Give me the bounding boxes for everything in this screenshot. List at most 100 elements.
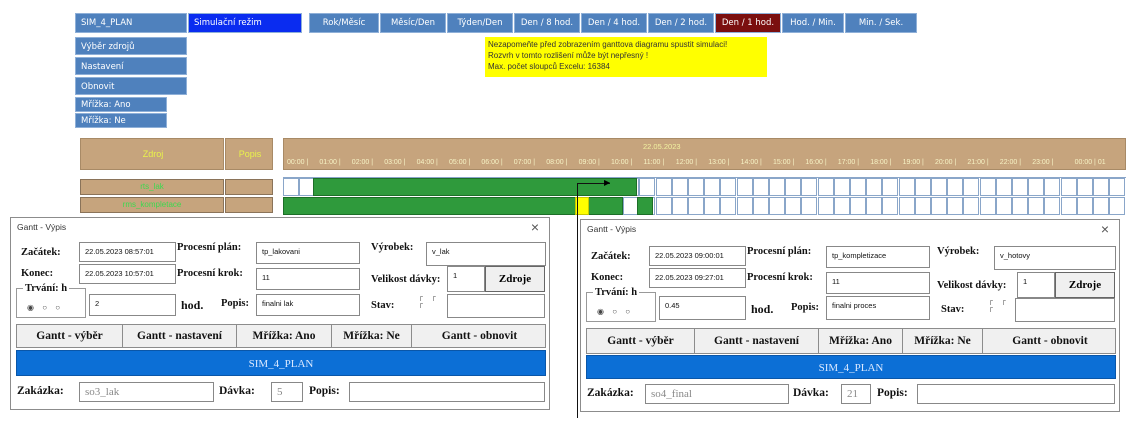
grid-cell[interactable] [639, 178, 656, 196]
grid-cell[interactable] [947, 178, 964, 196]
grid-off-button[interactable]: Mřížka: Ne [75, 113, 167, 128]
gantt-grid[interactable] [283, 177, 1126, 215]
grid-cell[interactable] [785, 178, 802, 196]
grid-cell[interactable] [866, 178, 883, 196]
grid-cell[interactable] [850, 197, 866, 215]
grid-cell[interactable] [704, 197, 721, 215]
grid-cell[interactable] [1028, 178, 1045, 196]
process-step-field[interactable]: 11 [826, 272, 930, 294]
grid-cell[interactable] [671, 197, 688, 215]
grid-cell[interactable] [850, 178, 866, 196]
end-field[interactable]: 22.05.2023 10:57:01 [79, 264, 176, 284]
scale-month-day[interactable]: Měsíc/Den [380, 13, 446, 33]
grid-cell[interactable] [1012, 197, 1028, 215]
grid-cell[interactable] [736, 197, 753, 215]
close-icon[interactable]: × [531, 219, 539, 235]
grid-cell[interactable] [947, 197, 964, 215]
scale-day-4h[interactable]: Den / 4 hod. [581, 13, 647, 33]
gantt-select-button[interactable]: Gantt - výběr [17, 325, 123, 347]
grid-cell[interactable] [671, 178, 688, 196]
grid-cell[interactable] [995, 197, 1012, 215]
gantt-refresh-button[interactable]: Gantt - obnovit [412, 325, 547, 347]
scale-day-1h[interactable]: Den / 1 hod. [715, 13, 781, 33]
grid-cell[interactable] [1060, 197, 1077, 215]
grid-cell[interactable] [963, 178, 980, 196]
duration-unit-radio[interactable]: ◉ ○ ○ [27, 303, 63, 312]
start-field[interactable]: 22.05.2023 08:57:01 [79, 242, 176, 262]
description-field-2[interactable] [349, 382, 545, 402]
row-resource-rts-lak[interactable]: rts_lak [80, 179, 224, 195]
grid-cell[interactable] [833, 197, 850, 215]
select-resources-button[interactable]: Výběr zdrojů [75, 37, 187, 55]
grid-cell[interactable] [1093, 197, 1109, 215]
grid-cell[interactable] [1076, 178, 1093, 196]
grid-cell[interactable] [655, 178, 672, 196]
close-icon[interactable]: × [1101, 221, 1109, 237]
scale-day-8h[interactable]: Den / 8 hod. [514, 13, 580, 33]
grid-cell[interactable] [866, 197, 883, 215]
grid-cell[interactable] [1012, 178, 1028, 196]
grid-cell[interactable] [769, 197, 785, 215]
row-resource-rms-kompletace[interactable]: rms_kompletace [80, 197, 224, 213]
grid-cell[interactable] [801, 197, 818, 215]
task-bar-rms-kompletace[interactable] [637, 197, 653, 215]
grid-cell[interactable] [914, 178, 931, 196]
simulation-mode-button[interactable]: Simulační režim [188, 13, 302, 33]
grid-cell[interactable] [1093, 178, 1109, 196]
start-field[interactable]: 22.05.2023 09:00:01 [649, 246, 746, 266]
grid-off-dialog-button[interactable]: Mřížka: Ne [903, 329, 983, 353]
grid-cell[interactable] [979, 197, 996, 215]
process-plan-field[interactable]: tp_kompletizace [826, 246, 930, 268]
scale-min-sec[interactable]: Min. / Sek. [845, 13, 917, 33]
end-field[interactable]: 22.05.2023 09:27:01 [649, 268, 746, 288]
grid-cell[interactable] [785, 197, 802, 215]
grid-cell[interactable] [995, 178, 1012, 196]
grid-cell[interactable] [655, 197, 672, 215]
batch-field[interactable]: 21 [841, 384, 871, 404]
grid-cell[interactable] [817, 178, 834, 196]
description-field[interactable]: finalni lak [256, 294, 360, 316]
grid-cell[interactable] [931, 197, 947, 215]
product-field[interactable]: v_lak [426, 242, 546, 266]
grid-cell[interactable] [752, 178, 769, 196]
process-plan-field[interactable]: tp_lakovani [256, 242, 360, 264]
gantt-settings-button[interactable]: Gantt - nastavení [695, 329, 819, 353]
batch-field[interactable]: 5 [271, 382, 303, 402]
grid-on-dialog-button[interactable]: Mřížka: Ano [237, 325, 332, 347]
grid-cell[interactable] [769, 178, 785, 196]
status-checkbox[interactable]: ┌ ┌ ┌ [988, 298, 1009, 312]
grid-cell[interactable] [720, 197, 737, 215]
grid-cell[interactable] [898, 197, 915, 215]
resources-button[interactable]: Zdroje [485, 266, 545, 292]
grid-cell[interactable] [688, 178, 704, 196]
task-bar-rts-lak[interactable] [313, 178, 637, 196]
grid-cell[interactable] [898, 178, 915, 196]
grid-cell[interactable] [882, 178, 899, 196]
grid-on-button[interactable]: Mřížka: Ano [75, 97, 167, 112]
grid-cell[interactable] [1109, 197, 1126, 215]
grid-cell[interactable] [1076, 197, 1093, 215]
plan-button[interactable]: SIM_4_PLAN [75, 13, 187, 33]
duration-unit-radio[interactable]: ◉ ○ ○ [597, 307, 633, 316]
duration-field[interactable]: 2 [89, 294, 176, 316]
batch-size-field[interactable]: 1 [1017, 272, 1055, 298]
scale-year-month[interactable]: Rok/Měsíc [309, 13, 379, 33]
description-field-2[interactable] [917, 384, 1115, 404]
grid-cell[interactable] [1044, 197, 1061, 215]
duration-field[interactable]: 0.45 [659, 296, 746, 320]
scale-day-2h[interactable]: Den / 2 hod. [648, 13, 714, 33]
gantt-refresh-button[interactable]: Gantt - obnovit [983, 329, 1117, 353]
grid-cell[interactable] [882, 197, 899, 215]
grid-cell[interactable] [1044, 178, 1061, 196]
status-field[interactable] [1015, 298, 1115, 322]
refresh-button[interactable]: Obnovit [75, 77, 187, 95]
grid-cell[interactable] [817, 197, 834, 215]
grid-cell[interactable] [963, 197, 980, 215]
scale-hour-min[interactable]: Hod. / Min. [782, 13, 844, 33]
task-bar-rms-kompletace[interactable] [283, 197, 623, 215]
process-step-field[interactable]: 11 [256, 268, 360, 290]
grid-cell[interactable] [752, 197, 769, 215]
resources-button[interactable]: Zdroje [1055, 272, 1115, 298]
batch-size-field[interactable]: 1 [447, 266, 485, 292]
status-field[interactable] [447, 294, 545, 318]
